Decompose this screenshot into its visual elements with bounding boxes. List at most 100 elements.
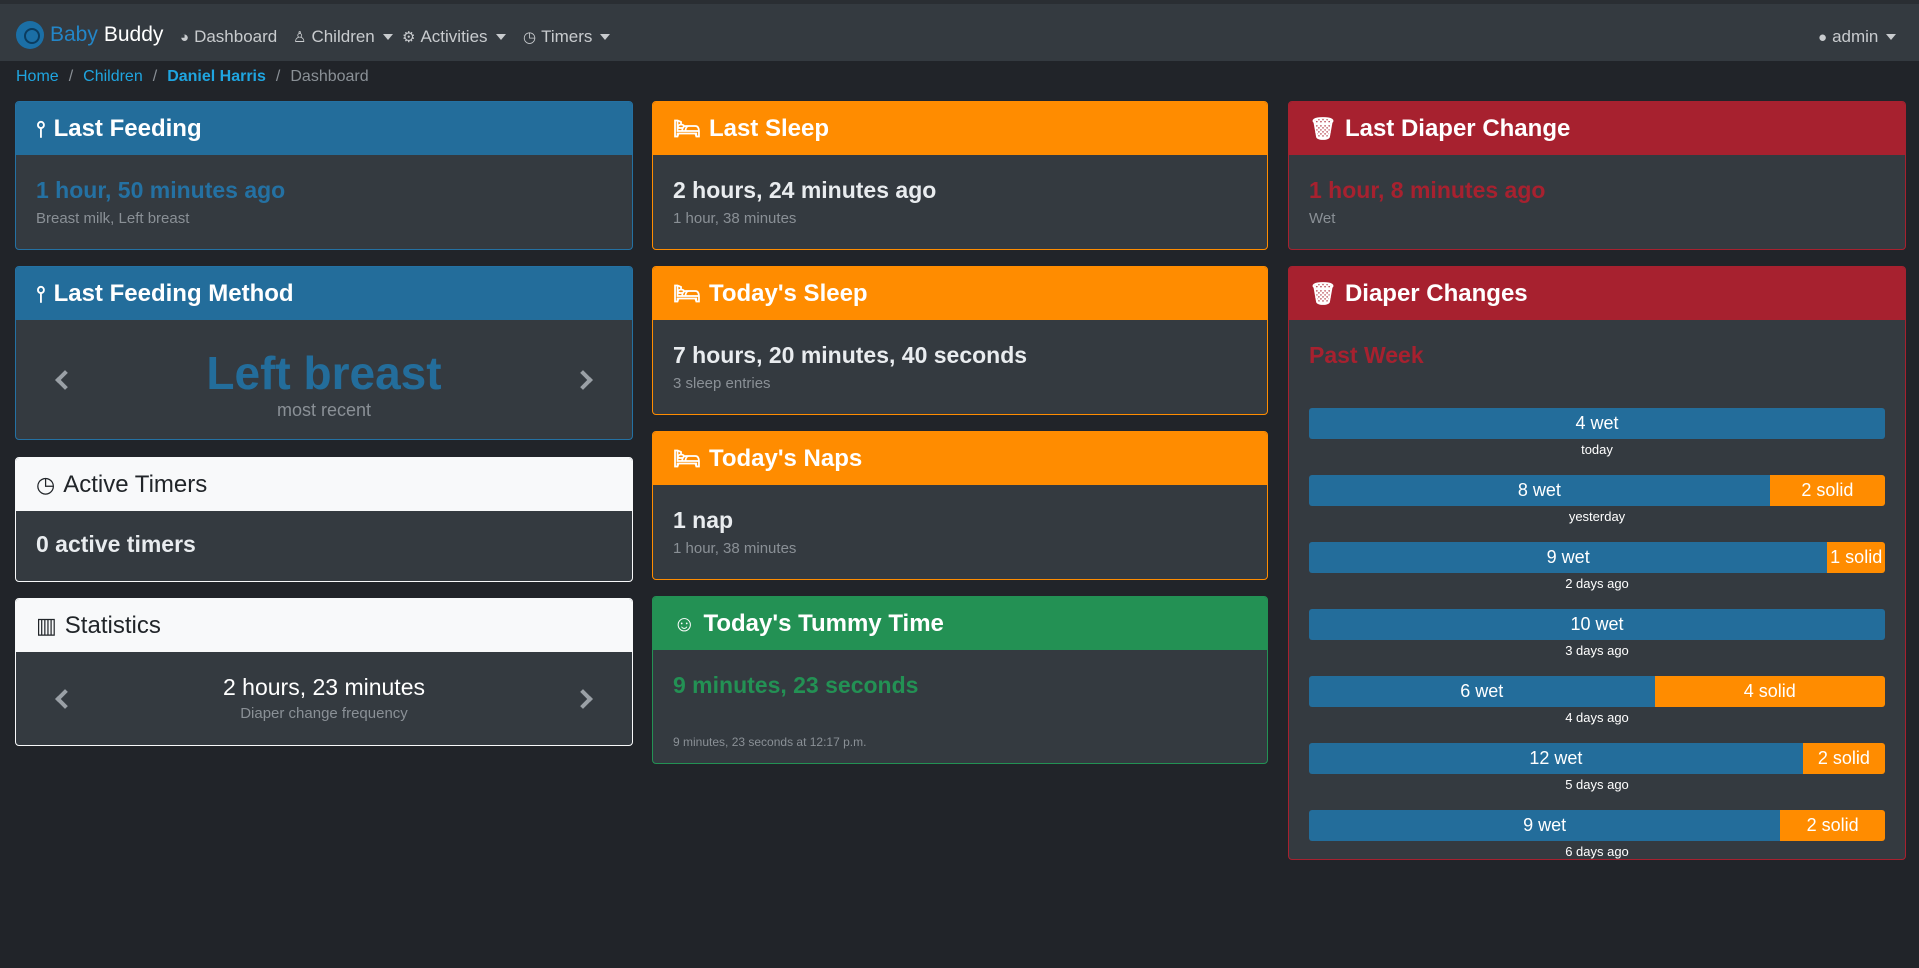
diaper-day-label: 6 days ago — [1565, 844, 1629, 859]
statistics-caption: Diaper change frequency — [240, 705, 408, 722]
card-header: ▥ Statistics — [16, 599, 632, 652]
clock-icon: ◷ — [523, 29, 537, 46]
card-header: 🛏 Today's Sleep — [653, 267, 1267, 320]
card-diaper-changes: 🗑 Diaper Changes Past Week 4 wet today 8 w… — [1288, 266, 1906, 860]
solid-segment: 2 solid — [1802, 743, 1885, 774]
wet-segment: 12 wet — [1309, 743, 1803, 774]
card-todays-naps[interactable]: 🛏 Today's Naps 1 nap 1 hour, 38 minutes — [652, 431, 1268, 580]
last-feeding-detail: Breast milk, Left breast — [36, 210, 190, 227]
statistics-value: 2 hours, 23 minutes — [222, 674, 425, 700]
navbar: Baby Buddy ◕ Dashboard ♙ Children ⚙ Acti… — [0, 0, 1919, 61]
breadcrumb-separator: / — [68, 68, 74, 85]
card-header: 🛏 Last Sleep — [653, 102, 1267, 155]
wet-segment: 9 wet — [1309, 810, 1781, 841]
statistics-carousel: 2 hours, 23 minutes Diaper change freque… — [16, 652, 632, 745]
todays-naps-detail: 1 hour, 38 minutes — [673, 540, 797, 557]
diaper-day-bar: 8 wet 2 solid — [1309, 475, 1885, 506]
active-timers-value: 0 active timers — [36, 531, 196, 557]
card-header: ⫯ Last Feeding — [16, 102, 632, 155]
card-todays-tummy-time[interactable]: ☺ Today's Tummy Time 9 minutes, 23 secon… — [652, 596, 1268, 764]
nav-timers-label: Timers — [541, 27, 593, 46]
activities-icon: ⚙ — [402, 29, 416, 46]
wet-segment: 4 wet — [1309, 408, 1885, 439]
nav-children-dropdown[interactable]: ♙ Children — [293, 24, 393, 50]
nav-children-label: Children — [311, 27, 375, 46]
card-title: Last Diaper Change — [1344, 114, 1571, 142]
brand-name-first: Baby — [50, 23, 98, 46]
card-header: ⫯ Last Feeding Method — [16, 267, 632, 320]
wet-segment: 8 wet — [1309, 475, 1770, 506]
card-title: Last Feeding Method — [53, 279, 294, 307]
breadcrumb-separator: / — [275, 68, 281, 85]
breadcrumb-separator: / — [152, 68, 158, 85]
feeding-method-carousel: Left breast most recent — [16, 320, 632, 439]
breadcrumb-child[interactable]: Daniel Harris — [167, 68, 266, 86]
solid-segment: 4 solid — [1654, 676, 1885, 707]
nav-dashboard[interactable]: ◕ Dashboard — [180, 24, 277, 50]
brand-name-second: Buddy — [103, 23, 164, 46]
card-last-sleep[interactable]: 🛏 Last Sleep 2 hours, 24 minutes ago 1 h… — [652, 101, 1268, 250]
diaper-day-bar: 4 wet — [1309, 408, 1885, 439]
wet-segment: 9 wet — [1309, 542, 1828, 573]
dashboard-icon: ◕ — [180, 28, 190, 46]
last-feeding-value: 1 hour, 50 minutes ago — [36, 177, 286, 203]
todays-sleep-value: 7 hours, 20 minutes, 40 seconds — [673, 342, 1028, 368]
diaper-day-bar: 10 wet — [1309, 609, 1885, 640]
feeding-method-caption: most recent — [276, 400, 372, 420]
card-todays-sleep[interactable]: 🛏 Today's Sleep 7 hours, 20 minutes, 40 … — [652, 266, 1268, 415]
bar-chart-icon: ▥ — [36, 612, 57, 638]
diaper-day-label: 4 days ago — [1565, 710, 1629, 725]
diaper-day-label: yesterday — [1568, 509, 1626, 524]
baby-buddy-logo-icon — [16, 21, 44, 49]
card-title: Statistics — [64, 611, 161, 639]
nav-timers-dropdown[interactable]: ◷ Timers — [523, 24, 611, 50]
user-menu-dropdown[interactable]: ● admin — [1818, 24, 1897, 50]
card-title: Today's Tummy Time — [703, 609, 944, 637]
diaper-day-bar: 9 wet 2 solid — [1309, 810, 1885, 841]
breadcrumb-home[interactable]: Home — [16, 68, 59, 86]
diaper-day-label: 2 days ago — [1565, 576, 1629, 591]
bed-icon: 🛏 — [673, 445, 701, 471]
chevron-down-icon — [382, 34, 393, 40]
user-icon: ● — [1818, 28, 1828, 46]
card-header: 🗑 Diaper Changes — [1289, 267, 1905, 320]
clock-icon: ◷ — [36, 471, 56, 497]
card-title: Today's Naps — [708, 444, 863, 472]
card-title: Today's Sleep — [708, 279, 868, 307]
card-header: ◷ Active Timers — [16, 458, 632, 511]
diaper-day-bar: 12 wet 2 solid — [1309, 743, 1885, 774]
card-statistics: ▥ Statistics 2 hours, 23 minutes Diaper … — [15, 598, 633, 746]
nav-activities-label: Activities — [420, 27, 488, 46]
trash-icon: 🗑 — [1309, 280, 1337, 306]
nav-dashboard-label: Dashboard — [194, 27, 278, 46]
todays-naps-value: 1 nap — [673, 507, 734, 533]
diaper-day-row: 8 wet 2 solid yesterday — [1309, 475, 1885, 524]
last-diaper-change-detail: Wet — [1309, 210, 1336, 227]
bed-icon: 🛏 — [673, 280, 701, 306]
spoon-icon: ⫯ — [36, 280, 46, 306]
card-header: 🛏 Today's Naps — [653, 432, 1267, 485]
diaper-day-label: today — [1581, 442, 1613, 457]
smile-icon: ☺ — [673, 610, 696, 636]
card-last-diaper-change[interactable]: 🗑 Last Diaper Change 1 hour, 8 minutes a… — [1288, 101, 1906, 250]
bed-icon: 🛏 — [673, 115, 701, 141]
breadcrumb-children[interactable]: Children — [83, 68, 143, 86]
solid-segment: 2 solid — [1769, 475, 1885, 506]
todays-sleep-detail: 3 sleep entries — [673, 375, 771, 392]
card-last-feeding[interactable]: ⫯ Last Feeding 1 hour, 50 minutes ago Br… — [15, 101, 633, 250]
diaper-day-row: 6 wet 4 solid 4 days ago — [1309, 676, 1885, 725]
spoon-icon: ⫯ — [36, 115, 46, 141]
solid-segment: 2 solid — [1780, 810, 1885, 841]
diaper-week-subtitle: Past Week — [1309, 342, 1424, 368]
diaper-day-row: 4 wet today — [1309, 408, 1885, 457]
brand-link[interactable]: Baby Buddy — [16, 20, 163, 50]
trash-icon: 🗑 — [1309, 115, 1337, 141]
diaper-day-row: 9 wet 2 solid 6 days ago — [1309, 810, 1885, 859]
child-icon: ♙ — [293, 29, 307, 46]
last-sleep-value: 2 hours, 24 minutes ago — [673, 177, 937, 203]
nav-activities-dropdown[interactable]: ⚙ Activities — [402, 24, 506, 50]
diaper-day-row: 10 wet 3 days ago — [1309, 609, 1885, 658]
diaper-day-row: 12 wet 2 solid 5 days ago — [1309, 743, 1885, 792]
card-title: Diaper Changes — [1344, 279, 1528, 307]
card-active-timers[interactable]: ◷ Active Timers 0 active timers — [15, 457, 633, 582]
